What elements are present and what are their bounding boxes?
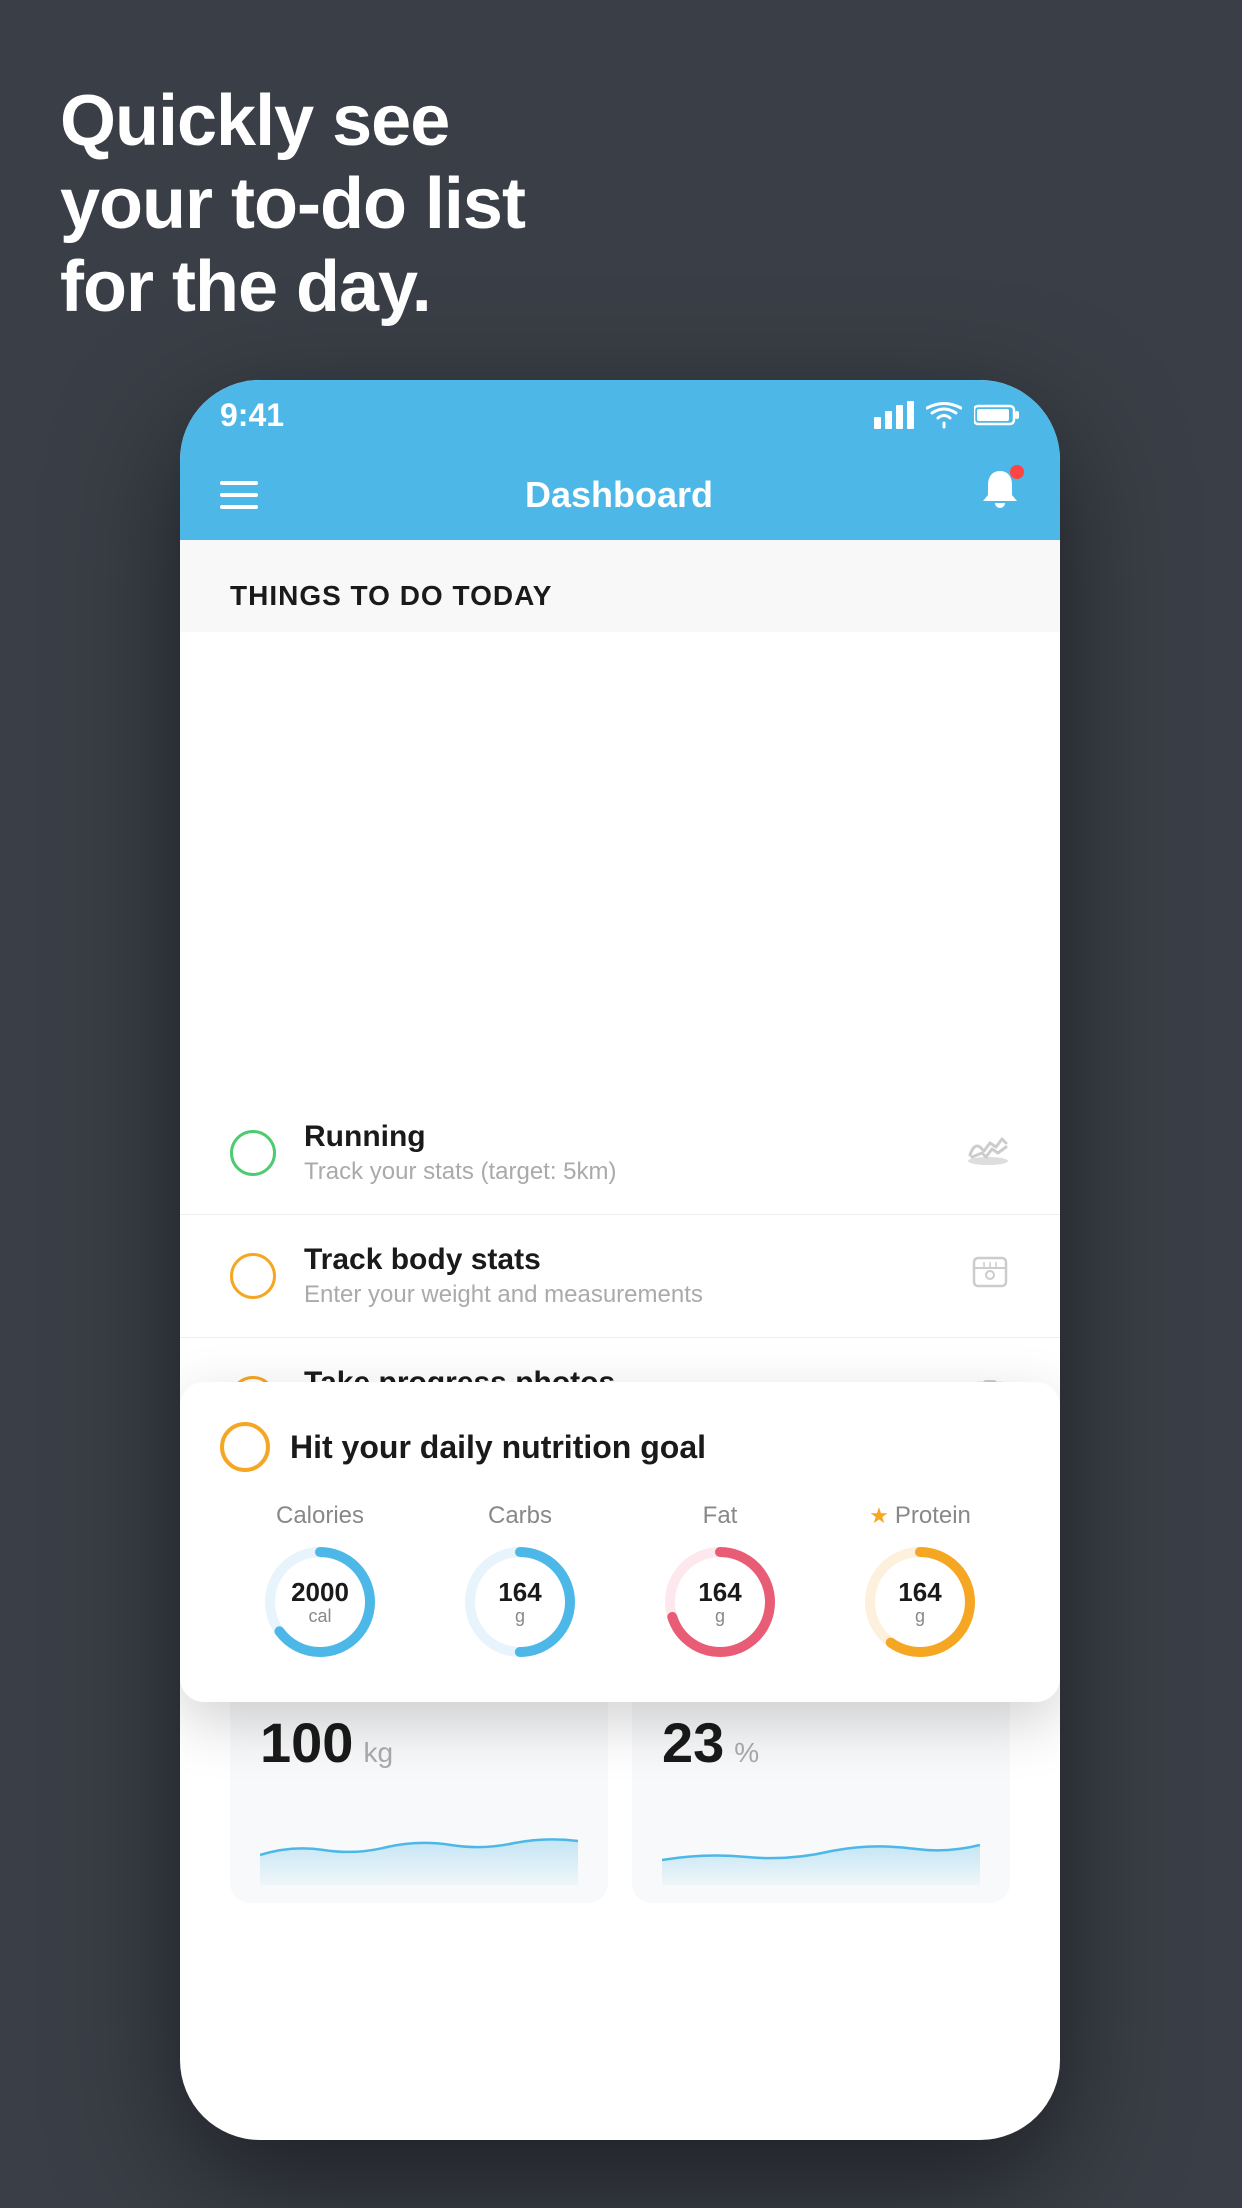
carbs-value: 164 g [498,1578,541,1626]
carbs-unit: g [498,1606,541,1626]
nutrition-title: Hit your daily nutrition goal [290,1429,706,1466]
body-fat-value: 23 % [662,1710,980,1775]
nutrition-card[interactable]: Hit your daily nutrition goal Calories 2… [180,1382,1060,1702]
macro-protein: ★ Protein 164 g [860,1502,980,1662]
todo-running[interactable]: Running Track your stats (target: 5km) [180,1092,1060,1215]
running-title: Running [304,1120,938,1154]
signal-icon [874,401,914,429]
wifi-icon [926,401,962,429]
menu-button[interactable] [220,481,258,509]
body-stats-check [230,1253,276,1299]
protein-num: 164 [898,1578,941,1607]
status-bar: 9:41 [180,380,1060,450]
body-weight-value: 100 kg [260,1710,578,1775]
macro-calories: Calories 2000 cal [260,1502,380,1662]
things-today-header: THINGS TO DO TODAY [180,540,1060,632]
macro-fat: Fat 164 g [660,1502,780,1662]
star-icon: ★ [869,1503,889,1529]
protein-unit: g [898,1606,941,1626]
fat-value: 164 g [698,1578,741,1626]
body-stats-title: Track body stats [304,1243,942,1277]
calories-label: Calories [276,1502,364,1530]
calories-num: 2000 [291,1578,349,1607]
protein-value: 164 g [898,1578,941,1626]
macro-carbs: Carbs 164 g [460,1502,580,1662]
phone-mockup: 9:41 [180,380,1060,2140]
body-fat-chart [662,1805,980,1885]
status-time: 9:41 [220,397,284,434]
notification-dot [1010,465,1024,479]
battery-icon [974,403,1020,427]
nutrition-check-circle [220,1422,270,1472]
things-today-title: THINGS TO DO TODAY [230,580,1010,612]
fat-num: 164 [698,1578,741,1607]
calories-ring: 2000 cal [260,1542,380,1662]
carbs-num: 164 [498,1578,541,1607]
nutrition-macros: Calories 2000 cal Carbs [220,1502,1020,1662]
running-text: Running Track your stats (target: 5km) [304,1120,938,1186]
body-stats-subtitle: Enter your weight and measurements [304,1281,942,1309]
hero-text: Quickly see your to-do list for the day. [60,80,525,328]
carbs-label: Carbs [488,1502,552,1530]
fat-label: Fat [703,1502,738,1530]
todo-body-stats[interactable]: Track body stats Enter your weight and m… [180,1215,1060,1338]
running-check [230,1130,276,1176]
body-weight-num: 100 [260,1710,353,1775]
protein-label: ★ Protein [869,1502,971,1530]
running-icon [966,1131,1010,1176]
fat-unit: g [698,1606,741,1626]
body-weight-chart [260,1805,578,1885]
running-subtitle: Track your stats (target: 5km) [304,1158,938,1186]
carbs-ring: 164 g [460,1542,580,1662]
nutrition-card-header: Hit your daily nutrition goal [220,1422,1020,1472]
nav-bar: Dashboard [180,450,1060,540]
notification-bell[interactable] [980,469,1020,522]
body-stats-text: Track body stats Enter your weight and m… [304,1243,942,1309]
protein-ring: 164 g [860,1542,980,1662]
calories-value: 2000 cal [291,1578,349,1626]
body-weight-unit: kg [363,1737,393,1769]
calories-unit: cal [291,1606,349,1626]
nav-title: Dashboard [525,474,713,516]
main-content: Hit your daily nutrition goal Calories 2… [180,1092,1060,1943]
fat-ring: 164 g [660,1542,780,1662]
scale-icon [970,1252,1010,1301]
status-icons [874,401,1020,429]
body-fat-num: 23 [662,1710,724,1775]
body-fat-unit: % [734,1737,759,1769]
